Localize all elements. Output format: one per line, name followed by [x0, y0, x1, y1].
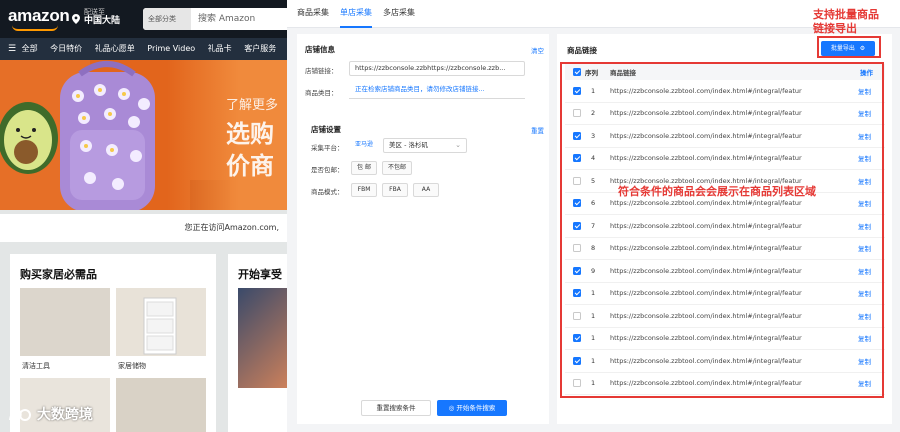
amazon-search-bar[interactable]: 全部分类 搜索 Amazon [143, 8, 287, 30]
export-highlight-box [817, 36, 881, 58]
export-annotation: 支持批量商品 链接导出 [813, 8, 879, 36]
card-caption[interactable]: 清洁工具 [22, 361, 50, 371]
deliver-location: 中国大陆 [84, 16, 121, 26]
nav-item[interactable]: 客户服务 [244, 44, 276, 53]
menu-icon[interactable]: ☰ [8, 44, 16, 54]
mode-label: 商品模式： [311, 188, 344, 196]
location-pin-icon [72, 14, 80, 24]
store-info-title: 店铺信息 [305, 45, 335, 54]
visiting-notice: 您正在访问Amazon.com, [0, 214, 287, 242]
divider [349, 98, 525, 99]
option-fba[interactable]: FBA [382, 183, 408, 197]
hero-line1: 了解更多 [226, 98, 279, 113]
amazon-background: amazon 配送至 中国大陆 全部分类 搜索 Amazon ☰ 全部 今日特价… [0, 0, 287, 432]
tab-bar: 商品采集 单店采集 多店采集 [287, 0, 900, 28]
search-icon: ◎ [448, 404, 455, 412]
option-fbm[interactable]: FBM [351, 183, 377, 197]
search-conditions-card: 店铺信息 清空 店铺链接： https://zzbconsole.zzbhttp… [297, 34, 549, 424]
chevron-down-icon: ⌄ [455, 141, 461, 149]
card-title: 开始享受 [238, 268, 282, 281]
export-note-line1: 支持批量商品 [813, 8, 879, 21]
search-category[interactable]: 全部分类 [143, 8, 191, 30]
tab-product-collect[interactable]: 商品采集 [297, 0, 329, 28]
nav-item[interactable]: 今日特价 [50, 44, 82, 53]
store-link-label: 店铺链接： [305, 67, 338, 75]
watermark: 大数跨境 [8, 404, 93, 424]
category-status: 正在检索店铺商品类目，请勿修改店铺链接... [355, 85, 485, 93]
amazon-header: amazon 配送至 中国大陆 全部分类 搜索 Amazon [0, 0, 287, 38]
platform-value[interactable]: 亚马逊 [355, 139, 385, 153]
table-annotation: 符合条件的商品会会展示在商品列表区域 [618, 185, 816, 198]
amazon-smile-icon [12, 25, 58, 31]
amazon-nav: ☰ 全部 今日特价 礼品心愿单 Prime Video 礼品卡 客户服务 [0, 38, 287, 60]
region-select[interactable]: 美区 - 洛杉矶 ⌄ [383, 138, 467, 153]
card-caption[interactable]: 家居储物 [118, 361, 146, 371]
watermark-logo-icon [9, 408, 31, 421]
hero-line2: 选购 [226, 120, 274, 148]
deliver-label: 配送至 [84, 8, 105, 16]
deliver-to[interactable]: 配送至 中国大陆 [84, 8, 120, 26]
region-value: 美区 - 洛杉矶 [389, 141, 428, 149]
reset-link[interactable]: 重置 [531, 125, 544, 135]
start-enjoy-card[interactable]: 开始享受 [228, 254, 287, 432]
clear-link[interactable]: 清空 [531, 45, 544, 55]
free-shipping-label: 是否包邮： [311, 166, 344, 174]
product-image[interactable] [238, 288, 287, 388]
tab-single-store-collect[interactable]: 单店采集 [340, 0, 372, 28]
product-image[interactable] [116, 378, 206, 432]
amazon-logo[interactable]: amazon [8, 6, 70, 26]
hero-banner[interactable]: 了解更多 选购 价商 [0, 60, 287, 210]
export-note-line2: 链接导出 [813, 22, 857, 35]
nav-item[interactable]: 全部 [22, 44, 38, 53]
platform-label: 采集平台： [311, 144, 344, 152]
card-title: 购买家居必需品 [20, 268, 97, 281]
start-search-button[interactable]: ◎ 开始条件搜索 [437, 400, 507, 416]
option-no-free-shipping[interactable]: 不包邮 [382, 161, 412, 175]
product-links-title: 商品链接 [567, 46, 597, 55]
store-link-input[interactable]: https://zzbconsole.zzbhttps://zzbconsole… [349, 61, 525, 76]
store-settings-title: 店铺设置 [311, 125, 341, 134]
tab-multi-store-collect[interactable]: 多店采集 [383, 0, 415, 28]
product-image[interactable] [20, 288, 110, 356]
category-label: 商品类目： [305, 89, 338, 97]
option-aa[interactable]: AA [413, 183, 439, 197]
watermark-text: 大数跨境 [36, 407, 93, 423]
option-free-shipping[interactable]: 包 邮 [351, 161, 377, 175]
amazon-search-input[interactable]: 搜索 Amazon [198, 8, 255, 30]
product-image[interactable] [116, 288, 206, 356]
storage-drawer-illustration [143, 297, 177, 355]
reset-conditions-button[interactable]: 重置搜索条件 [361, 400, 431, 416]
start-search-label: 开始条件搜索 [456, 404, 496, 412]
table-highlight-box [560, 62, 884, 398]
nav-item[interactable]: 礼品心愿单 [95, 44, 135, 53]
hero-line3: 价商 [226, 152, 274, 180]
nav-item[interactable]: 礼品卡 [208, 44, 232, 53]
nav-item[interactable]: Prime Video [147, 44, 195, 53]
